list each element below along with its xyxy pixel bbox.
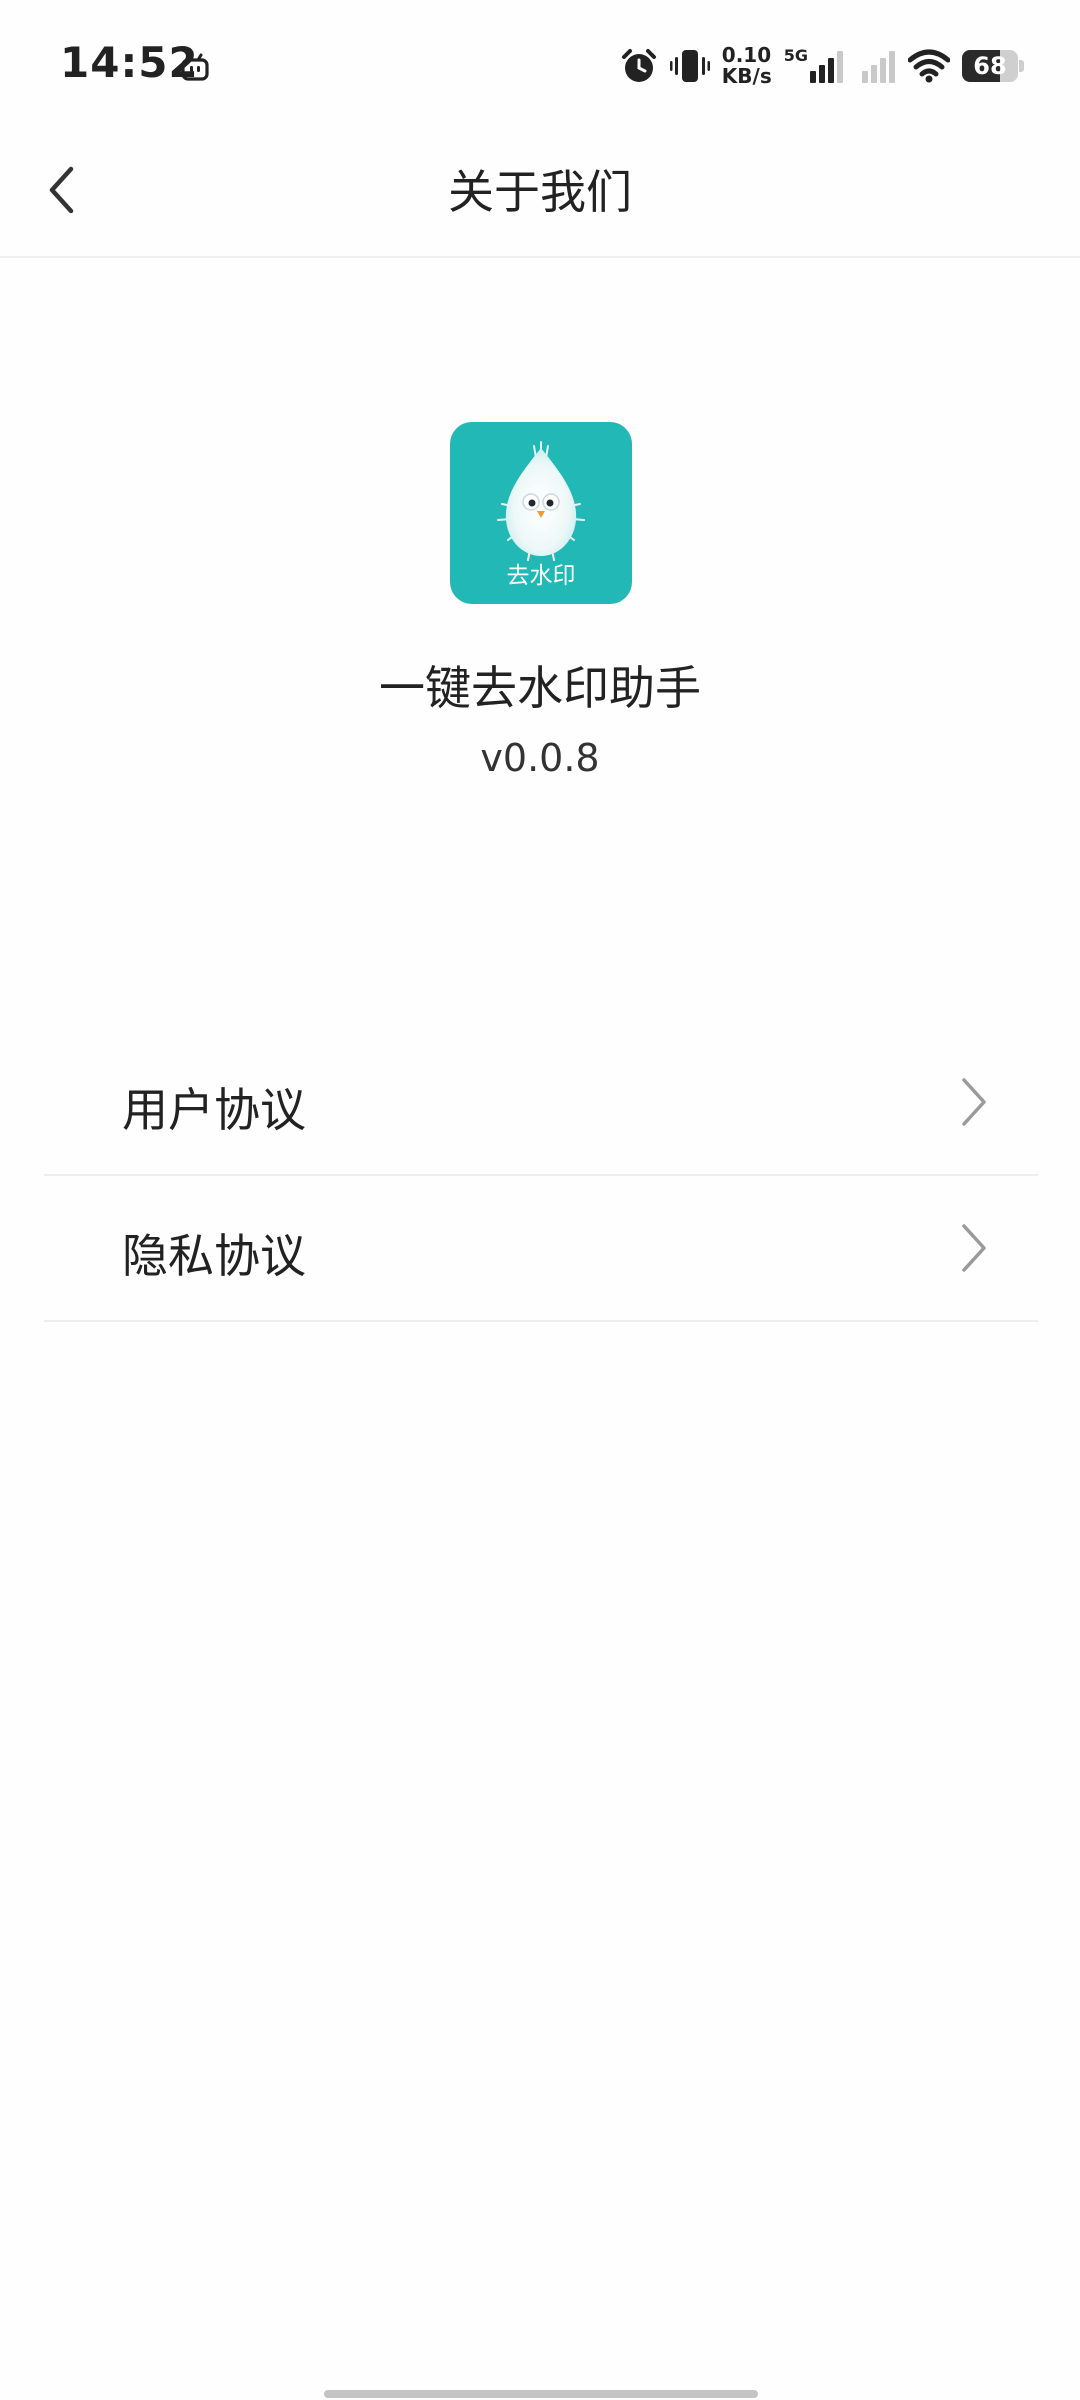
page-title: 关于我们 [448, 165, 632, 219]
network-gen-label: 5G [783, 45, 808, 65]
chevron-right-icon [962, 1224, 986, 1272]
user-agreement-item[interactable]: 用户协议 [44, 1030, 1038, 1176]
app-version: v0.0.8 [480, 736, 600, 780]
privacy-policy-item[interactable]: 隐私协议 [44, 1176, 1038, 1322]
battery-icon: 68 [962, 50, 1024, 82]
battery-level: 68 [973, 52, 1007, 80]
alarm-icon [621, 49, 656, 82]
status-icons: 0.10 KB/s 5G 68 [620, 40, 1024, 92]
net-speed-unit: KB/s [721, 64, 772, 88]
tv-icon [181, 53, 209, 81]
home-indicator[interactable] [324, 2390, 758, 2398]
menu-item-label: 隐私协议 [122, 1229, 306, 1283]
wifi-icon [908, 49, 950, 83]
net-speed: 0.10 KB/s [722, 45, 772, 87]
signal-bars-icon [862, 51, 895, 83]
vibrate-icon [669, 50, 710, 82]
chevron-right-icon [962, 1078, 986, 1126]
app-logo: 去水印 [450, 422, 632, 604]
signal-bars-icon [810, 51, 843, 83]
about-menu-list: 用户协议 隐私协议 [44, 1030, 1038, 1322]
app-name: 一键去水印助手 [379, 661, 701, 715]
about-us-screen: 14:52 0.10 KB/s 5G 68 关于我们 去水印 一键去水印助手 v… [0, 0, 1080, 2400]
status-bar: 14:52 0.10 KB/s 5G 68 [0, 0, 1080, 130]
page-header: 关于我们 [0, 130, 1080, 258]
status-time: 14:52 [60, 38, 199, 87]
net-speed-value: 0.10 [721, 43, 772, 67]
menu-item-label: 用户协议 [122, 1083, 306, 1137]
app-logo-text: 去水印 [506, 563, 576, 589]
